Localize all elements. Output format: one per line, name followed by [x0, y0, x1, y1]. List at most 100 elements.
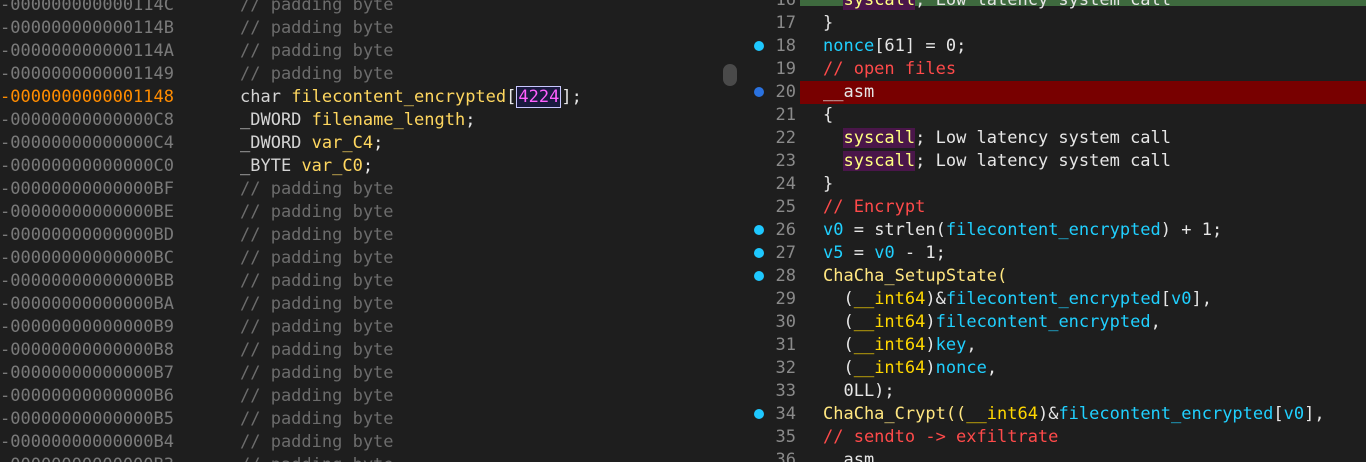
line-number: 19: [775, 59, 796, 79]
stack-row[interactable]: -0000000000001149 // padding byte: [0, 63, 720, 86]
code-text: (__int64)key,: [823, 334, 976, 357]
code-token: = strlen(: [843, 220, 946, 240]
code-token: }: [823, 13, 834, 33]
stack-declaration: // padding byte: [240, 63, 394, 86]
code-token: __int64: [853, 358, 926, 378]
code-token: {: [823, 105, 834, 125]
code-line[interactable]: 25 // Encrypt: [745, 196, 1366, 219]
line-number: 22: [775, 128, 796, 148]
code-line[interactable]: 28 ChaCha_SetupState(: [745, 265, 1366, 288]
padding-comment: // padding byte: [240, 248, 394, 268]
stack-row[interactable]: -00000000000000BF // padding byte: [0, 178, 720, 201]
line-number: 26: [775, 220, 796, 240]
stack-row[interactable]: -00000000000000B4 // padding byte: [0, 431, 720, 454]
padding-comment: // padding byte: [240, 317, 394, 337]
stack-row[interactable]: -00000000000000BA // padding byte: [0, 293, 720, 316]
stack-row[interactable]: -00000000000000B6 // padding byte: [0, 385, 720, 408]
stack-row[interactable]: -00000000000000C8 _DWORD filename_length;: [0, 109, 720, 132]
stack-row[interactable]: -0000000000001148 char filecontent_encryp…: [0, 86, 720, 109]
stack-offset: -00000000000000BA: [0, 294, 174, 314]
code-line[interactable]: 23 syscall; Low latency system call: [745, 150, 1366, 173]
stack-row[interactable]: -00000000000000BE // padding byte: [0, 201, 720, 224]
code-line[interactable]: 24}: [745, 173, 1366, 196]
stack-offset: -00000000000000C0: [0, 156, 174, 176]
code-token: [: [1160, 289, 1172, 309]
stack-declaration: _DWORD filename_length;: [240, 109, 475, 132]
code-line[interactable]: 35 // sendto -> exfiltrate: [745, 426, 1366, 449]
stack-row[interactable]: -00000000000000B7 // padding byte: [0, 362, 720, 385]
line-number: 33: [775, 381, 796, 401]
code-line[interactable]: 17}: [745, 12, 1366, 35]
stack-declaration: // padding byte: [240, 293, 394, 316]
var-type: char: [240, 87, 281, 107]
code-line[interactable]: 26 v0 = strlen(filecontent_encrypted) + 1…: [745, 219, 1366, 242]
stack-offset: -00000000000000B7: [0, 363, 174, 383]
var-name[interactable]: var_C4: [312, 133, 373, 153]
stack-declaration: // padding byte: [240, 385, 394, 408]
stack-row[interactable]: -00000000000000C4 _DWORD var_C4;: [0, 132, 720, 155]
code-line[interactable]: 34 ChaCha_Crypt((__int64)&filecontent_enc…: [745, 403, 1366, 426]
code-line[interactable]: 33 0LL);: [745, 380, 1366, 403]
stack-frame-view[interactable]: -000000000000114C// padding byte -0000000…: [0, 0, 720, 462]
code-token: v0: [874, 243, 895, 263]
code-line[interactable]: 27 v5 = v0 - 1;: [745, 242, 1366, 265]
code-token: )&: [1037, 404, 1059, 424]
code-token: [61] = 0;: [874, 36, 967, 56]
stack-row[interactable]: -00000000000000BB // padding byte: [0, 270, 720, 293]
code-line[interactable]: 29 (__int64)&filecontent_encrypted[v0],: [745, 288, 1366, 311]
code-token: =: [843, 243, 875, 263]
code-line[interactable]: 19 // open files: [745, 58, 1366, 81]
stack-row[interactable]: -00000000000000BC // padding byte: [0, 247, 720, 270]
code-token: v0: [1283, 404, 1305, 424]
stack-declaration: // padding byte: [240, 224, 394, 247]
code-line[interactable]: 32 (__int64)nonce,: [745, 357, 1366, 380]
stack-row[interactable]: -00000000000000B3 // padding byte: [0, 454, 720, 462]
code-token: ) + 1;: [1160, 220, 1223, 240]
stack-row[interactable]: -00000000000000B5 // padding byte: [0, 408, 720, 431]
array-size[interactable]: 4224: [516, 86, 562, 108]
stack-declaration: // padding byte: [240, 247, 394, 270]
stack-row[interactable]: -00000000000000B9 // padding byte: [0, 316, 720, 339]
code-line[interactable]: 16 syscall; Low latency system call: [745, 0, 1366, 12]
code-token: 0LL);: [823, 381, 895, 401]
padding-comment: // padding byte: [240, 179, 394, 199]
var-name[interactable]: filecontent_encrypted: [291, 87, 506, 107]
code-token: (: [823, 335, 854, 355]
stack-declaration: // padding byte: [240, 40, 394, 63]
code-token: v0: [823, 220, 844, 240]
stack-row[interactable]: -000000000000114A // padding byte: [0, 40, 720, 63]
scrollbar-thumb[interactable]: [723, 64, 737, 86]
code-text: syscall; Low latency system call: [823, 0, 1171, 12]
stack-row[interactable]: -000000000000114B // padding byte: [0, 17, 720, 40]
code-line[interactable]: 30 (__int64)filecontent_encrypted,: [745, 311, 1366, 334]
code-line[interactable]: 22 syscall; Low latency system call: [745, 127, 1366, 150]
pseudocode-view[interactable]: 16 syscall; Low latency system call 17} 18…: [745, 0, 1366, 462]
decl-terminator: ;: [465, 110, 476, 130]
stack-row[interactable]: -00000000000000BD // padding byte: [0, 224, 720, 247]
code-token: ): [925, 358, 936, 378]
padding-comment: // padding byte: [240, 64, 394, 84]
code-line[interactable]: 20 __asm: [745, 81, 1366, 104]
var-name[interactable]: filename_length: [312, 110, 466, 130]
var-name[interactable]: var_C0: [301, 156, 362, 176]
var-type: _DWORD: [240, 133, 302, 153]
code-text: ChaCha_Crypt((__int64)&filecontent_encry…: [823, 403, 1325, 426]
code-token: // open files: [823, 59, 957, 79]
code-line[interactable]: 18 nonce[61] = 0;: [745, 35, 1366, 58]
array-open: [: [506, 87, 517, 107]
stack-offset: -00000000000000C8: [0, 110, 174, 130]
stack-declaration: // padding byte: [240, 178, 394, 201]
code-line[interactable]: 31 (__int64)key,: [745, 334, 1366, 357]
stack-row[interactable]: -00000000000000B8 // padding byte: [0, 339, 720, 362]
code-text: __asm: [823, 81, 874, 104]
code-token: filecontent_encrypted: [935, 312, 1151, 332]
code-token: [: [1273, 404, 1284, 424]
stack-row[interactable]: -000000000000114C // padding byte: [0, 0, 720, 17]
code-line[interactable]: 36 __asm: [745, 449, 1366, 462]
stack-declaration: // padding byte: [240, 339, 394, 362]
stack-row[interactable]: -00000000000000C0 _BYTE var_C0;: [0, 155, 720, 178]
code-text: // Encrypt: [823, 196, 925, 219]
line-number: 30: [775, 312, 796, 332]
code-token: - 1;: [894, 243, 946, 263]
code-line[interactable]: 21 {: [745, 104, 1366, 127]
